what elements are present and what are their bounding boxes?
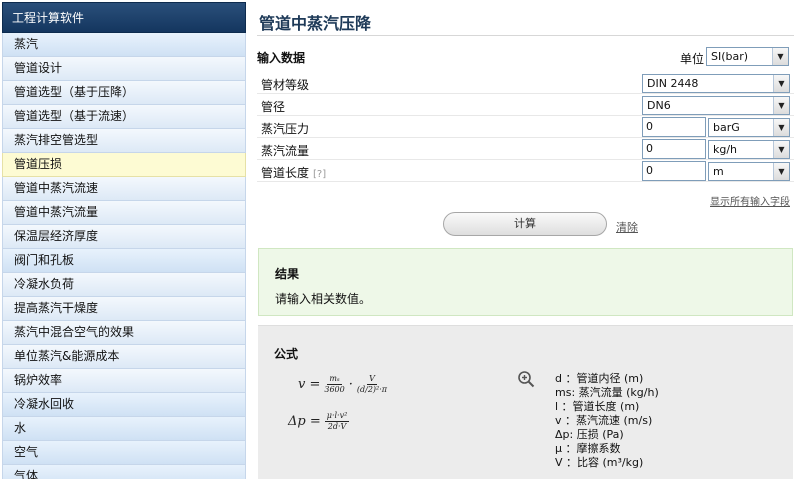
zoom-in-icon[interactable]	[517, 370, 535, 388]
sidebar-item-pipe-sizing-velocity[interactable]: 管道选型（基于流速）	[2, 105, 246, 129]
sidebar-item-pipe-sizing-pressure[interactable]: 管道选型（基于压降）	[2, 81, 246, 105]
legend-item: v ：蒸汽流速 (m/s)	[555, 414, 653, 427]
sidebar-item-steam-dryness[interactable]: 提高蒸汽干燥度	[2, 297, 246, 321]
material-grade-row: 管材等级 DIN 2448 ▼	[257, 72, 794, 94]
material-grade-value: DIN 2448	[647, 77, 699, 90]
formula-1-dot: ·	[348, 377, 353, 392]
steam-flow-unit-select[interactable]: kg/h ▼	[708, 140, 790, 159]
chevron-down-icon[interactable]: ▼	[773, 119, 789, 136]
pressure-drop-formula: Δp = μ·l·v² 2d·V	[288, 411, 350, 432]
unit-select[interactable]: SI(bar) ▼	[706, 47, 789, 66]
input-data-heading: 输入数据	[257, 51, 306, 65]
legend-item: V ：比容 (m³/kg)	[555, 456, 644, 469]
page-title: 管道中蒸汽压降	[259, 14, 372, 33]
formula-2-frac-den: 2d·V	[327, 422, 347, 431]
steam-flow-input[interactable]: 0	[642, 139, 706, 159]
pipe-length-label-text: 管道长度	[261, 166, 310, 180]
results-heading: 结果	[275, 267, 300, 281]
formula-1-fraction-2: V (d/2)²·π	[357, 374, 387, 395]
chevron-down-icon[interactable]: ▼	[773, 97, 789, 114]
clear-link[interactable]: 清除	[616, 219, 638, 235]
main-content: 管道中蒸汽压降 输入数据 单位 SI(bar) ▼ 管材等级 DIN 2448 …	[257, 0, 794, 479]
pipe-diameter-row: 管径 DN6 ▼	[257, 94, 794, 116]
pipe-diameter-value: DN6	[647, 99, 671, 112]
sidebar-item-water[interactable]: 水	[2, 417, 246, 441]
unit-label: 单位	[680, 52, 705, 66]
pipe-length-input[interactable]: 0	[642, 161, 706, 181]
sidebar-item-steam-energy-cost[interactable]: 单位蒸汽&能源成本	[2, 345, 246, 369]
sidebar-item-insulation-thickness[interactable]: 保温层经济厚度	[2, 225, 246, 249]
steam-pressure-unit: barG	[713, 121, 740, 134]
sidebar-item-boiler-efficiency[interactable]: 锅炉效率	[2, 369, 246, 393]
sidebar-item-steam-velocity[interactable]: 管道中蒸汽流速	[2, 177, 246, 201]
steam-pressure-input[interactable]: 0	[642, 117, 706, 137]
sidebar-item-steam[interactable]: 蒸汽	[2, 33, 246, 57]
material-grade-select[interactable]: DIN 2448 ▼	[642, 74, 790, 93]
formula-1-frac2-den: (d/2)²·π	[356, 385, 388, 394]
sidebar-item-pipe-pressure-loss[interactable]: 管道压损	[2, 153, 246, 177]
formula-2-fraction: μ·l·v² 2d·V	[324, 411, 350, 432]
legend-item: ms: 蒸汽流量 (kg/h)	[555, 386, 659, 399]
sidebar: 工程计算软件 蒸汽 管道设计 管道选型（基于压降） 管道选型（基于流速） 蒸汽排…	[2, 2, 246, 479]
formula-2-lhs: Δp =	[288, 414, 321, 429]
pipe-length-row: 管道长度 [?] 0 m ▼	[257, 160, 794, 182]
steam-pressure-unit-select[interactable]: barG ▼	[708, 118, 790, 137]
chevron-down-icon[interactable]: ▼	[773, 141, 789, 158]
sidebar-item-condensate-recovery[interactable]: 冷凝水回收	[2, 393, 246, 417]
show-all-fields-link[interactable]: 显示所有输入字段	[710, 193, 790, 208]
chevron-down-icon[interactable]: ▼	[773, 163, 789, 180]
formula-legend: d ：管道内径 (m) ms: 蒸汽流量 (kg/h) l ：管道长度 (m) …	[555, 372, 659, 470]
pipe-diameter-label: 管径	[261, 100, 286, 114]
chevron-down-icon[interactable]: ▼	[772, 48, 788, 65]
formula-heading: 公式	[274, 347, 299, 361]
steam-flow-row: 蒸汽流量 0 kg/h ▼	[257, 138, 794, 160]
velocity-formula: v = mₛ 3600 · V (d/2)²·π	[298, 374, 387, 395]
sidebar-item-pipe-design[interactable]: 管道设计	[2, 57, 246, 81]
sidebar-item-steam-flow[interactable]: 管道中蒸汽流量	[2, 201, 246, 225]
formula-1-fraction-1: mₛ 3600	[324, 374, 344, 395]
sidebar-item-air[interactable]: 空气	[2, 441, 246, 465]
formula-2-frac-num: μ·l·v²	[324, 411, 350, 422]
sidebar-item-valves-orifices[interactable]: 阀门和孔板	[2, 249, 246, 273]
sidebar-item-gas[interactable]: 气体	[2, 465, 246, 479]
help-hint[interactable]: [?]	[313, 169, 326, 180]
sidebar-header: 工程计算软件	[2, 2, 246, 33]
chevron-down-icon[interactable]: ▼	[773, 75, 789, 92]
formula-1-frac2-num: V	[367, 374, 377, 385]
formula-panel: 公式 v = mₛ 3600 · V (d/2)²·π Δp = μ·l·v² …	[258, 325, 793, 479]
steam-pressure-row: 蒸汽压力 0 barG ▼	[257, 116, 794, 138]
formula-1-frac1-den: 3600	[324, 385, 345, 394]
pipe-length-unit: m	[713, 165, 724, 178]
material-grade-label: 管材等级	[261, 78, 310, 92]
legend-item: μ ：摩擦系数	[555, 442, 621, 455]
title-divider	[257, 35, 794, 36]
steam-flow-unit: kg/h	[713, 143, 738, 156]
steam-flow-label: 蒸汽流量	[261, 144, 310, 158]
calculate-button[interactable]: 计算	[443, 212, 607, 236]
sidebar-item-vent-pipe-sizing[interactable]: 蒸汽排空管选型	[2, 129, 246, 153]
pipe-length-unit-select[interactable]: m ▼	[708, 162, 790, 181]
pipe-length-label: 管道长度 [?]	[261, 164, 326, 181]
sidebar-item-condensate-load[interactable]: 冷凝水负荷	[2, 273, 246, 297]
pipe-diameter-select[interactable]: DN6 ▼	[642, 96, 790, 115]
formula-1-lhs: v =	[298, 377, 321, 392]
steam-pressure-label: 蒸汽压力	[261, 122, 310, 136]
results-panel: 结果 请输入相关数值。	[258, 248, 793, 316]
legend-item: d ：管道内径 (m)	[555, 372, 644, 385]
legend-item: l ：管道长度 (m)	[555, 400, 640, 413]
formula-1-frac1-num: mₛ	[327, 374, 342, 385]
sidebar-item-air-in-steam[interactable]: 蒸汽中混合空气的效果	[2, 321, 246, 345]
legend-item: Δp: 压损 (Pa)	[555, 428, 624, 441]
results-text: 请输入相关数值。	[275, 292, 372, 306]
unit-select-value: SI(bar)	[711, 50, 749, 63]
